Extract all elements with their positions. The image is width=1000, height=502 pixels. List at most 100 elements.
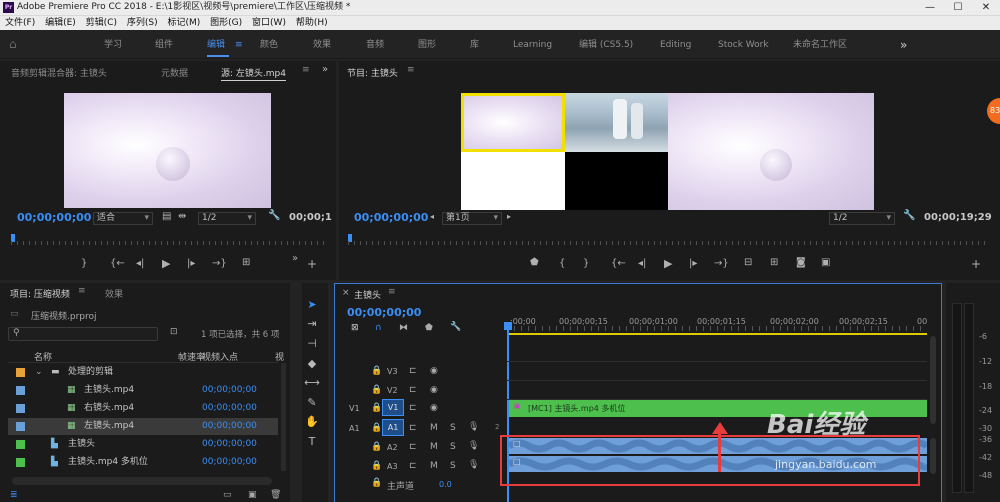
lock-icon[interactable]: 🔒 (371, 442, 382, 452)
sync-lock-icon[interactable]: ⊏ (409, 366, 417, 376)
list-item[interactable]: ▙ 主镜头 00;00;00;00 (8, 436, 278, 453)
list-item[interactable]: ▦ 右镜头.mp4 00;00;00;00 (8, 400, 278, 417)
type-tool-icon[interactable]: T (302, 433, 322, 451)
menu-help[interactable]: 帮助(H) (291, 16, 328, 30)
program-multicam-icon[interactable]: ▣ (821, 257, 830, 268)
source-step-forward-icon[interactable]: |▸ (187, 258, 195, 269)
workspace-learning[interactable]: Learning (513, 31, 552, 59)
add-marker-icon[interactable]: ⬟ (425, 323, 433, 333)
workspace-untitled[interactable]: 未命名工作区 (793, 31, 847, 59)
column-video[interactable]: 视 (275, 350, 284, 363)
program-panel-menu-icon[interactable]: ≡ (407, 65, 415, 75)
lock-icon[interactable]: 🔒 (371, 366, 382, 376)
multicam-angle-1-selected[interactable] (461, 93, 565, 152)
workspace-audio[interactable]: 音频 (366, 31, 384, 59)
sync-lock-icon[interactable]: ⊏ (409, 403, 417, 413)
source-panel-menu-icon[interactable]: ≡ (302, 65, 310, 75)
sync-lock-icon[interactable]: ⊏ (409, 461, 417, 471)
slip-tool-icon[interactable]: ⟷ (302, 374, 322, 392)
program-extract-icon[interactable]: ⊞ (770, 257, 778, 268)
solo-icon[interactable]: S (450, 423, 456, 433)
mute-icon[interactable]: M (430, 442, 438, 452)
menu-file[interactable]: 文件(F) (0, 16, 35, 30)
mute-icon[interactable]: M (430, 423, 438, 433)
linked-selection-icon[interactable]: ⧓ (399, 323, 408, 333)
label-color-swatch[interactable] (16, 404, 25, 413)
microphone-icon[interactable]: 🎙 (468, 460, 479, 470)
workspace-editing-en[interactable]: Editing (660, 31, 691, 59)
tab-source[interactable]: 源: 左镜头.mp4 (221, 66, 286, 81)
multicam-angle-4[interactable] (565, 152, 668, 210)
source-settings-wrench-icon[interactable]: 🔧 (268, 210, 280, 221)
source-patch-v1[interactable]: V1 (349, 404, 360, 413)
workspace-menu-icon[interactable]: ≡ (235, 31, 243, 59)
page-prev-icon[interactable]: ◂ (430, 212, 434, 221)
source-add-button-icon[interactable]: + (307, 257, 317, 271)
program-time-ruler[interactable] (348, 233, 990, 245)
new-bin-from-search-icon[interactable]: ⊡ (170, 327, 178, 337)
chevron-down-icon[interactable]: ⌄ (35, 364, 43, 381)
program-timecode[interactable]: 00;00;00;00 (354, 211, 428, 224)
lock-icon[interactable]: 🔒 (371, 461, 382, 471)
label-color-swatch[interactable] (16, 386, 25, 395)
program-play-icon[interactable]: ▶ (664, 257, 672, 270)
close-button[interactable]: ✕ (974, 0, 998, 15)
timeline-timecode[interactable]: 00;00;00;00 (347, 306, 421, 319)
list-view-icon[interactable]: ≣ (10, 490, 18, 500)
timeline-ruler[interactable]: ;00;00 00;00;00;15 00;00;01;00 00;00;01;… (507, 302, 927, 332)
project-horizontal-scrollbar[interactable] (12, 477, 272, 485)
program-step-back-icon[interactable]: ◂| (638, 258, 646, 269)
workspace-effects[interactable]: 效果 (313, 31, 331, 59)
source-go-to-in-icon[interactable]: {← (110, 258, 125, 269)
timeline-close-icon[interactable]: × (342, 288, 350, 298)
program-step-forward-icon[interactable]: |▸ (689, 258, 697, 269)
list-item[interactable]: ⌄ ▬ 处理的剪辑 (8, 364, 278, 381)
snap-magnet-icon[interactable]: ∩ (375, 323, 382, 333)
source-patch-a1[interactable]: A1 (349, 424, 360, 433)
column-video-in[interactable]: 视频入点 (202, 350, 238, 363)
list-item-selected[interactable]: ▦ 左镜头.mp4 00;00;00;00 (8, 418, 278, 435)
sync-lock-icon[interactable]: ⊏ (409, 385, 417, 395)
workspace-learn[interactable]: 学习 (104, 31, 122, 59)
track-target-v1[interactable]: V1 (382, 399, 404, 416)
lock-icon[interactable]: 🔒 (371, 385, 382, 395)
lock-icon[interactable]: 🔒 (371, 423, 382, 433)
lock-icon[interactable]: 🔒 (371, 403, 382, 413)
mute-icon[interactable]: M (430, 461, 438, 471)
program-add-button-icon[interactable]: + (971, 257, 981, 271)
source-step-back-icon[interactable]: ◂| (136, 258, 144, 269)
workspace-stock-work[interactable]: Stock Work (718, 31, 769, 59)
source-time-ruler[interactable] (11, 233, 327, 245)
menu-clip[interactable]: 剪辑(C) (81, 16, 117, 30)
master-lock-icon[interactable]: 🔒 (371, 478, 382, 488)
workspace-more[interactable]: » (900, 31, 907, 59)
source-timecode[interactable]: 00;00;00;00 (17, 211, 91, 224)
menu-sequence[interactable]: 序列(S) (122, 16, 158, 30)
eye-icon[interactable]: ◉ (430, 366, 438, 376)
hand-tool-icon[interactable]: ✋ (302, 413, 322, 431)
solo-icon[interactable]: S (450, 461, 456, 471)
project-search-input[interactable]: ⚲ (8, 327, 158, 341)
menu-edit[interactable]: 编辑(E) (40, 16, 76, 30)
timeline-settings-wrench-icon[interactable]: 🔧 (450, 322, 461, 332)
workspace-libraries[interactable]: 库 (470, 31, 479, 59)
eye-icon[interactable]: ◉ (430, 385, 438, 395)
tab-project[interactable]: 项目: 压缩视频 (10, 287, 70, 300)
clear-icon[interactable]: 🗑 (270, 490, 281, 500)
sync-lock-icon[interactable]: ⊏ (409, 442, 417, 452)
program-go-to-in-icon[interactable]: {← (611, 258, 626, 269)
tab-effects[interactable]: 效果 (105, 287, 123, 300)
list-item[interactable]: ▦ 主镜头.mp4 00;00;00;00 (8, 382, 278, 399)
workspace-graphics[interactable]: 图形 (418, 31, 436, 59)
program-add-marker-icon[interactable]: ⬟ (530, 257, 539, 268)
label-color-swatch[interactable] (16, 458, 25, 467)
tab-metadata[interactable]: 元数据 (161, 66, 188, 79)
program-settings-wrench-icon[interactable]: 🔧 (903, 210, 915, 221)
work-area-bar[interactable] (507, 333, 927, 335)
program-resolution-dropdown[interactable]: 1/2 (829, 212, 895, 225)
program-lift-icon[interactable]: ⊟ (744, 257, 752, 268)
minimize-button[interactable]: — (918, 0, 942, 15)
tab-program[interactable]: 节目: 主镜头 (347, 66, 398, 79)
source-more-icon[interactable]: » (322, 64, 328, 75)
program-mark-out-icon[interactable]: } (583, 258, 589, 269)
